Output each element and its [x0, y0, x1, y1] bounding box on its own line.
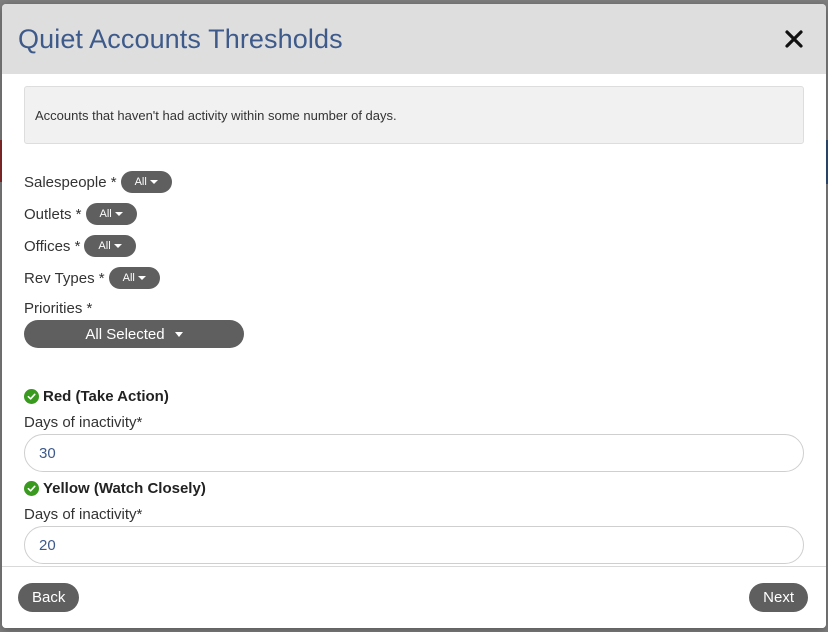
- yellow-days-input[interactable]: [24, 526, 804, 564]
- dropdown-value: All: [98, 240, 111, 252]
- description-box: Accounts that haven't had activity withi…: [24, 86, 804, 144]
- priorities-dropdown[interactable]: All Selected: [24, 320, 244, 348]
- threshold-title: Yellow (Watch Closely): [43, 480, 206, 497]
- modal-footer: Back Next: [2, 566, 826, 628]
- caret-down-icon: [149, 180, 158, 184]
- threshold-yellow: Yellow (Watch Closely) Days of inactivit…: [24, 480, 804, 564]
- filter-label: Rev Types *: [24, 269, 105, 287]
- dropdown-value: All: [134, 176, 147, 188]
- modal-title: Quiet Accounts Thresholds: [18, 23, 343, 54]
- days-label: Days of inactivity*: [24, 414, 143, 431]
- filter-label: Offices *: [24, 237, 81, 255]
- dropdown-value: All: [122, 272, 135, 284]
- caret-down-icon: [137, 276, 146, 280]
- check-circle-icon: [24, 481, 39, 496]
- filter-rev-types: Rev Types * All: [24, 262, 804, 294]
- next-button[interactable]: Next: [749, 583, 808, 612]
- outlets-dropdown[interactable]: All: [85, 203, 137, 225]
- red-days-input[interactable]: [24, 434, 804, 472]
- rev-types-dropdown[interactable]: All: [108, 267, 160, 289]
- threshold-header: Yellow (Watch Closely): [24, 480, 804, 497]
- description-text: Accounts that haven't had activity withi…: [35, 107, 397, 123]
- threshold-red: Red (Take Action) Days of inactivity*: [24, 388, 804, 472]
- back-button[interactable]: Back: [18, 583, 80, 612]
- filter-label: Salespeople *: [24, 173, 117, 191]
- caret-down-icon: [114, 212, 123, 216]
- threshold-header: Red (Take Action): [24, 388, 804, 405]
- dropdown-value: All Selected: [85, 325, 165, 343]
- filter-outlets: Outlets * All: [24, 198, 804, 230]
- salespeople-dropdown[interactable]: All: [120, 171, 172, 193]
- filter-salespeople: Salespeople * All: [24, 166, 804, 198]
- days-label: Days of inactivity*: [24, 506, 143, 523]
- filter-label: Outlets *: [24, 205, 82, 223]
- modal-header: Quiet Accounts Thresholds: [2, 4, 826, 74]
- threshold-title: Red (Take Action): [43, 388, 169, 405]
- offices-dropdown[interactable]: All: [84, 235, 136, 257]
- close-icon[interactable]: [780, 25, 808, 53]
- dropdown-value: All: [99, 208, 112, 220]
- modal-body: Accounts that haven't had activity withi…: [2, 74, 826, 564]
- caret-down-icon: [113, 244, 122, 248]
- quiet-accounts-modal: Quiet Accounts Thresholds Accounts that …: [2, 4, 826, 628]
- priorities-label: Priorities *: [24, 300, 93, 317]
- caret-down-icon: [174, 331, 183, 337]
- check-circle-icon: [24, 389, 39, 404]
- filter-list: Salespeople * All Outlets * All Offices …: [24, 166, 804, 348]
- filter-offices: Offices * All: [24, 230, 804, 262]
